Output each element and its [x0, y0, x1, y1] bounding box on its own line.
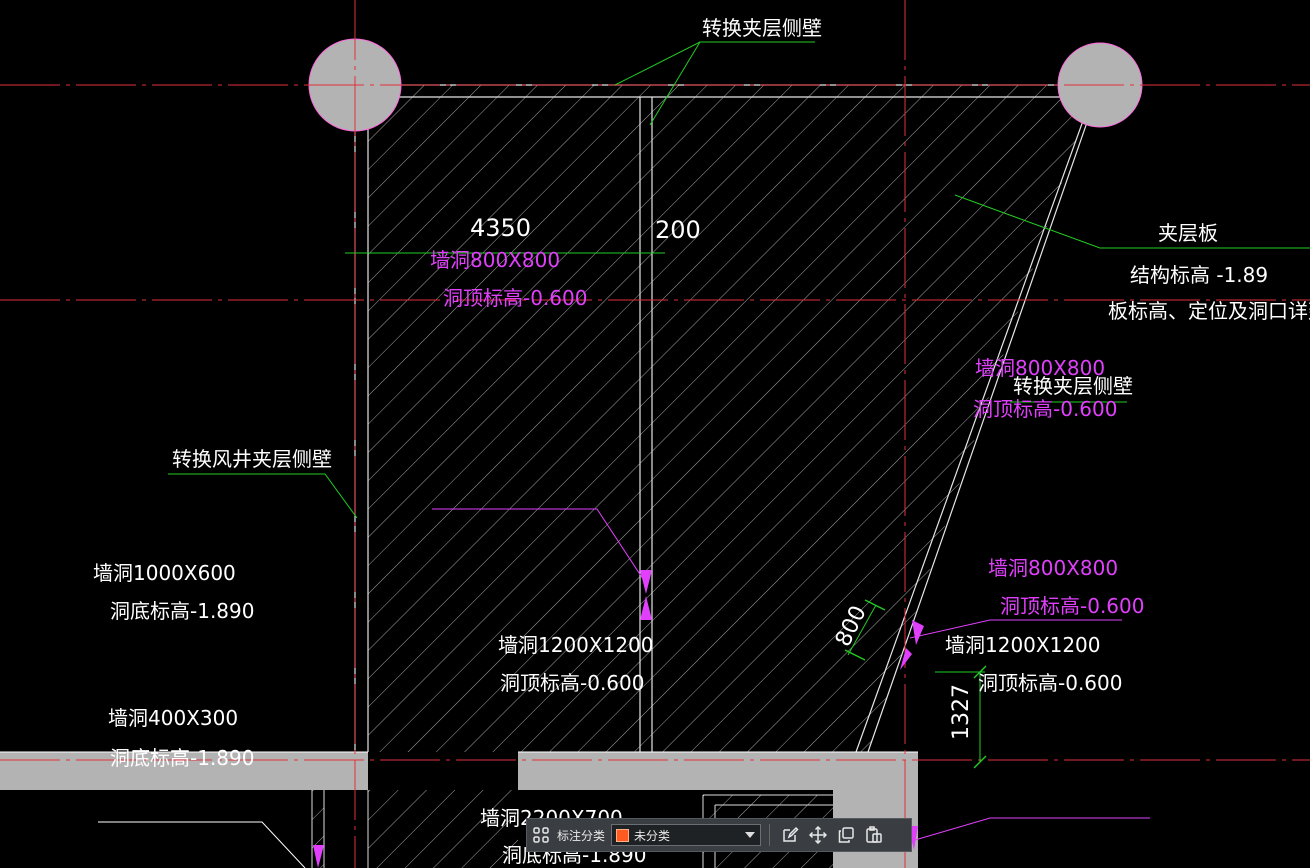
cad-drawing-canvas[interactable]: 转换夹层侧壁 夹层板 结构标高 -1.89 板标高、定位及洞口详建施 转换夹层侧… [0, 0, 1310, 868]
dimension-4350: 4350 [470, 214, 531, 242]
slab-title-label: 夹层板 [1158, 221, 1218, 245]
bottom-left-leader [98, 821, 306, 868]
top-wall-label: 转换夹层侧壁 [702, 16, 822, 40]
edit-icon[interactable] [776, 821, 804, 849]
toolbar-divider [769, 824, 771, 846]
opening-800-right-title: 墙洞800X800 [988, 556, 1118, 580]
annotation-category-label: 标注分类 [557, 828, 606, 843]
slab-note-label: 板标高、定位及洞口详建施 [1108, 299, 1310, 323]
copy-icon[interactable] [832, 821, 860, 849]
slab-elevation-label: 结构标高 -1.89 [1130, 263, 1268, 287]
opening-1200-right-title: 墙洞1200X1200 [945, 633, 1101, 657]
paste-icon[interactable] [860, 821, 888, 849]
annotation-toolbar: 标注分类 未分类 [526, 818, 912, 852]
category-color-swatch [616, 828, 630, 842]
opening-800-upper-left-elev: 洞顶标高-0.600 [443, 286, 587, 310]
opening-1200-right-elev: 洞顶标高-0.600 [978, 671, 1122, 695]
grid-icon[interactable] [527, 821, 555, 849]
opening-1200-center-title: 墙洞1200X1200 [498, 633, 654, 657]
chevron-down-icon [745, 832, 756, 838]
opening-800-right-elev: 洞顶标高-0.600 [1000, 594, 1144, 618]
opening-400x300-title: 墙洞400X300 [108, 706, 238, 730]
dimension-200: 200 [655, 216, 701, 244]
opening-800-upper-right-elev: 洞顶标高-0.600 [973, 397, 1117, 421]
opening-1200-center-elev: 洞顶标高-0.600 [500, 671, 644, 695]
opening-800-upper-left-title: 墙洞800X800 [430, 248, 560, 272]
move-icon[interactable] [804, 821, 832, 849]
opening-1000x600-elev: 洞底标高-1.890 [110, 599, 254, 623]
opening-800-upper-right-title: 墙洞800X800 [975, 356, 1105, 380]
opening-400x300-elev: 洞底标高-1.890 [110, 746, 254, 770]
annotation-category-select[interactable]: 未分类 [611, 824, 762, 846]
left-wall-label: 转换风井夹层侧壁 [172, 447, 332, 471]
top-wall-band [355, 85, 1100, 97]
opening-1000x600-title: 墙洞1000X600 [93, 561, 236, 585]
dimension-1327: 1327 [949, 684, 974, 740]
category-select-value: 未分类 [634, 828, 671, 843]
